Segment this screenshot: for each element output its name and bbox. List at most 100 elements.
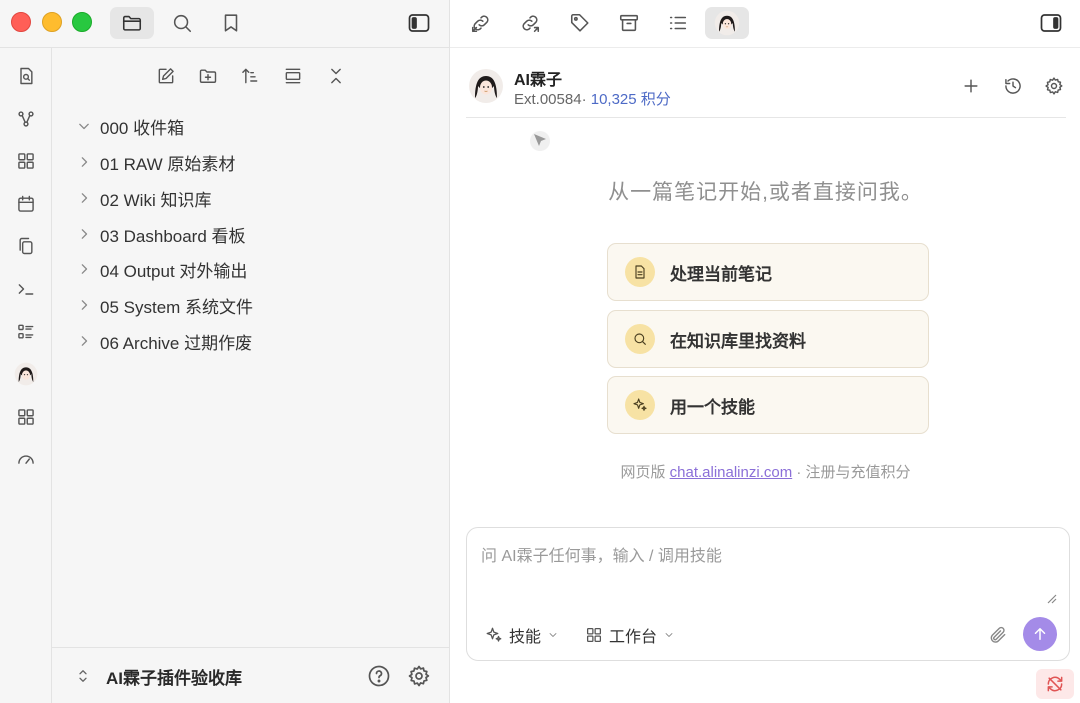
settings-button[interactable]: [405, 662, 433, 690]
chat-header: AI霖子 Ext.00584· 10,325 积分: [466, 48, 1066, 118]
folder-label: 000 收件箱: [100, 118, 185, 138]
ribbon-ai-button[interactable]: [11, 359, 41, 389]
chevron-right-icon[interactable]: [74, 331, 94, 351]
history-icon: [1003, 76, 1023, 96]
sync-status-button[interactable]: [1036, 669, 1074, 699]
search-tab[interactable]: [160, 7, 204, 39]
gear-icon: [1044, 76, 1064, 96]
resize-grip-icon[interactable]: [1045, 592, 1057, 604]
ribbon-grid-button[interactable]: [11, 402, 41, 432]
folder-item-inbox[interactable]: 000 收件箱: [74, 111, 184, 141]
ribbon-copy-button[interactable]: [11, 231, 41, 261]
web-version-note: 网页版 chat.alinalinzi.com · 注册与充值积分: [451, 461, 1080, 482]
folder-label: 06 Archive 过期作废: [100, 333, 253, 353]
canvas-icon: [16, 151, 36, 171]
attach-button[interactable]: [987, 624, 1009, 646]
ribbon-terminal-button[interactable]: [11, 274, 41, 304]
workspace-label: 工作台: [609, 629, 658, 646]
folder-item-output[interactable]: 04 Output 对外输出: [74, 254, 247, 284]
chat-input[interactable]: [481, 542, 1051, 602]
history-button[interactable]: [1001, 74, 1025, 98]
folder-item-raw[interactable]: 01 RAW 原始素材: [74, 147, 235, 177]
vault-bar: AI霖子插件验收库: [52, 647, 450, 703]
web-note-suffix: · 注册与充值积分: [796, 464, 911, 481]
zoom-window-button[interactable]: [72, 12, 92, 32]
paperclip-icon: [988, 625, 1008, 645]
chevron-right-icon[interactable]: [74, 295, 94, 315]
folder-item-dashboard[interactable]: 03 Dashboard 看板: [74, 219, 246, 249]
chevron-up-down-icon: [74, 667, 92, 685]
chevron-right-icon[interactable]: [74, 188, 94, 208]
outline-button[interactable]: [656, 7, 700, 39]
chevron-right-icon[interactable]: [74, 224, 94, 244]
bookmark-icon: [220, 12, 242, 34]
ribbon-canvas-button[interactable]: [11, 146, 41, 176]
ribbon: [0, 48, 52, 703]
folder-item-wiki[interactable]: 02 Wiki 知识库: [74, 183, 211, 213]
minimize-window-button[interactable]: [42, 12, 62, 32]
web-version-link[interactable]: chat.alinalinzi.com: [670, 464, 793, 481]
archive-button[interactable]: [607, 7, 651, 39]
help-button[interactable]: [365, 662, 393, 690]
collapse-all-icon: [326, 66, 346, 86]
folder-item-archive[interactable]: 06 Archive 过期作废: [74, 326, 252, 356]
ai-chat-tab[interactable]: [705, 7, 749, 39]
ribbon-calendar-button[interactable]: [11, 189, 41, 219]
chevron-right-icon[interactable]: [74, 152, 94, 172]
action-process-note[interactable]: 处理当前笔记: [607, 243, 929, 301]
help-icon: [367, 664, 391, 688]
sidebar-right-icon: [1039, 11, 1063, 35]
workspace-dropdown[interactable]: 工作台: [585, 622, 675, 648]
bot-name: AI霖子: [514, 72, 563, 89]
chevron-right-icon[interactable]: [74, 259, 94, 279]
file-explorer-tab[interactable]: [110, 7, 154, 39]
toggle-right-sidebar-button[interactable]: [1029, 7, 1073, 39]
sparkle-icon: [485, 626, 503, 644]
folder-label: 02 Wiki 知识库: [100, 190, 212, 210]
title-bar: [0, 0, 1080, 48]
action-use-skill[interactable]: 用一个技能: [607, 376, 929, 434]
send-button[interactable]: [1023, 617, 1057, 651]
chevron-down-icon[interactable]: [74, 116, 94, 136]
new-note-button[interactable]: [150, 60, 182, 92]
action-label: 用一个技能: [670, 397, 755, 417]
skills-dropdown[interactable]: 技能: [485, 622, 559, 648]
skills-label: 技能: [509, 629, 542, 646]
backlinks-button[interactable]: [459, 7, 503, 39]
ribbon-gauge-button[interactable]: [11, 444, 41, 474]
outgoing-links-button[interactable]: [508, 7, 552, 39]
tags-icon: [569, 12, 591, 34]
chat-settings-button[interactable]: [1042, 74, 1066, 98]
backlinks-icon: [470, 12, 492, 34]
bookmarks-tab[interactable]: [209, 7, 253, 39]
outgoing-links-icon: [519, 12, 541, 34]
new-folder-button[interactable]: [192, 60, 224, 92]
collapse-view-button[interactable]: [277, 60, 309, 92]
tags-button[interactable]: [558, 7, 602, 39]
toggle-left-sidebar-button[interactable]: [397, 7, 441, 39]
search-icon: [171, 12, 193, 34]
vault-switcher[interactable]: AI霖子插件验收库: [74, 664, 242, 688]
points-balance[interactable]: 10,325 积分: [591, 91, 671, 108]
new-chat-button[interactable]: [959, 74, 983, 98]
vault-name: AI霖子插件验收库: [106, 668, 242, 688]
collapse-all-button[interactable]: [320, 60, 352, 92]
action-search-vault[interactable]: 在知识库里找资料: [607, 310, 929, 368]
title-bar-left: [0, 0, 450, 48]
sort-button[interactable]: [234, 60, 266, 92]
sidebar-left-icon: [407, 11, 431, 35]
ai-avatar-icon: [714, 10, 740, 36]
close-window-button[interactable]: [11, 12, 31, 32]
new-folder-icon: [198, 66, 218, 86]
folder-item-system[interactable]: 05 System 系统文件: [74, 290, 253, 320]
ribbon-list-button[interactable]: [11, 317, 41, 347]
ribbon-search-note-button[interactable]: [11, 61, 41, 91]
action-label: 处理当前笔记: [670, 264, 772, 284]
web-note-prefix: 网页版: [620, 464, 666, 481]
collapse-view-icon: [283, 66, 303, 86]
sparkle-icon: [625, 390, 655, 420]
folder-icon: [121, 12, 143, 34]
ribbon-graph-button[interactable]: [11, 104, 41, 134]
arrow-up-icon: [1031, 625, 1049, 643]
grid-icon: [16, 407, 36, 427]
